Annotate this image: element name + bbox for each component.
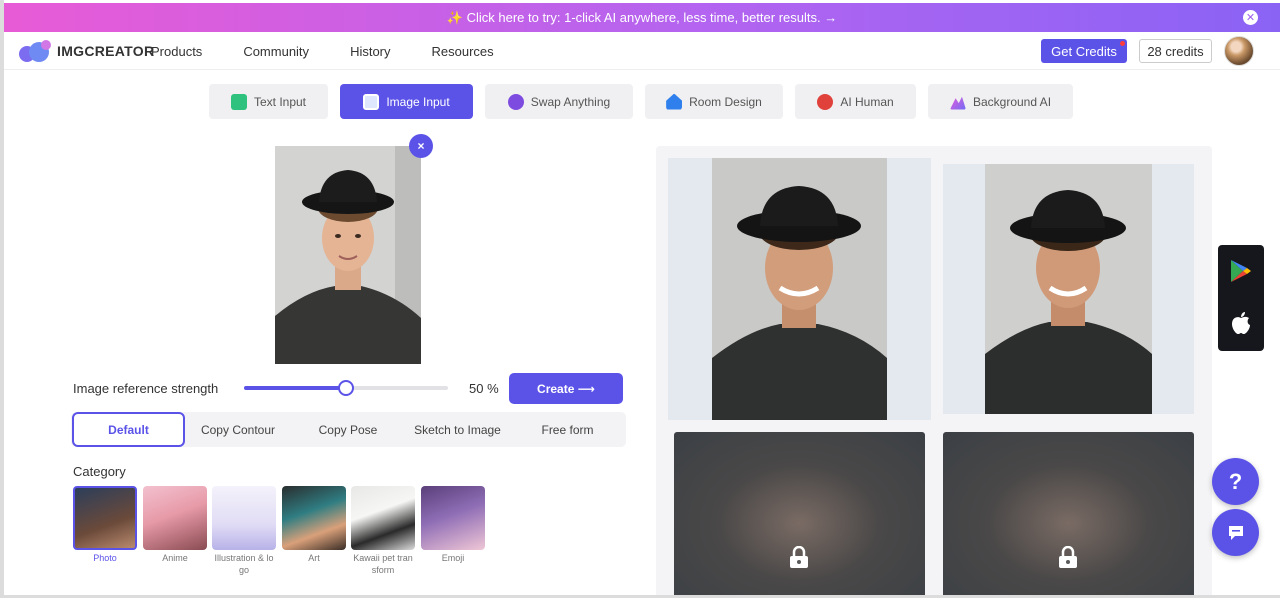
app-download-panel: [1218, 245, 1264, 351]
category-name: Illustration & logo: [214, 553, 274, 575]
tab-label: Image Input: [386, 94, 450, 109]
category-thumbnail: [212, 486, 276, 550]
strength-slider[interactable]: [244, 380, 448, 396]
category-kawaii-pet[interactable]: Kawaii pet transform: [351, 486, 415, 576]
tab-label: Text Input: [253, 94, 307, 109]
chat-icon: [1228, 525, 1243, 540]
promo-banner[interactable]: ✨ Click here to try: 1-click AI anywhere…: [4, 3, 1280, 32]
strength-value: 50 %: [469, 381, 499, 396]
tab-label: Swap Anything: [530, 94, 611, 109]
tab-ai-human[interactable]: AI Human: [795, 84, 916, 119]
locked-result-4[interactable]: [943, 432, 1194, 598]
close-icon[interactable]: ✕: [1243, 10, 1258, 25]
tab-label: Room Design: [689, 94, 762, 109]
slider-fill: [244, 386, 346, 390]
chat-button[interactable]: [1212, 509, 1259, 556]
help-button[interactable]: ?: [1212, 458, 1259, 505]
results-panel: [656, 146, 1212, 598]
category-name: Kawaii pet transform: [353, 553, 413, 575]
mode-copy-pose[interactable]: Copy Pose: [297, 412, 399, 447]
tab-swap-anything[interactable]: Swap Anything: [485, 84, 633, 119]
tab-background-ai[interactable]: Background AI: [928, 84, 1073, 119]
category-thumbnail: [351, 486, 415, 550]
mode-copy-contour[interactable]: Copy Contour: [185, 412, 291, 447]
nav-resources[interactable]: Resources: [432, 44, 494, 59]
tab-label: Background AI: [972, 94, 1052, 109]
lock-icon: [790, 546, 808, 568]
result-image-2[interactable]: [943, 164, 1194, 414]
mode-label: Sketch to Image: [414, 422, 501, 437]
mode-label: Free form: [541, 422, 594, 437]
get-credits-button[interactable]: Get Credits: [1041, 39, 1127, 63]
nav-community[interactable]: Community: [243, 44, 309, 59]
category-illustration-logo[interactable]: Illustration & logo: [212, 486, 276, 576]
background-ai-icon: [949, 96, 966, 110]
category-thumbnail: [282, 486, 346, 550]
mode-label: Copy Pose: [318, 422, 378, 437]
logo-text: IMGCREATOR: [57, 43, 155, 59]
category-thumbnail: [143, 486, 207, 550]
create-button-label: Create ⟶: [537, 381, 595, 396]
create-button[interactable]: Create ⟶: [509, 373, 623, 404]
google-play-icon[interactable]: [1230, 259, 1252, 283]
mode-label: Default: [108, 422, 149, 437]
page: ✨ Click here to try: 1-click AI anywhere…: [0, 0, 1280, 598]
category-name: Art: [308, 553, 320, 563]
ai-human-icon: [817, 93, 834, 110]
tab-room-design[interactable]: Room Design: [645, 84, 783, 119]
portrait-image: [275, 146, 421, 364]
room-design-icon: [666, 93, 683, 110]
uploaded-image: [275, 146, 421, 364]
swap-anything-icon: [507, 93, 524, 110]
close-icon: ×: [417, 139, 425, 153]
strength-label: Image reference strength: [73, 381, 219, 396]
question-icon: ?: [1228, 468, 1243, 494]
nav-products[interactable]: Products: [151, 44, 202, 59]
category-thumbnail: [73, 486, 137, 550]
category-name: Anime: [162, 553, 188, 563]
mode-default[interactable]: Default: [72, 412, 185, 447]
main-nav: Products Community History Resources: [151, 44, 535, 59]
mode-sketch-to-image[interactable]: Sketch to Image: [401, 412, 514, 447]
result-portrait: [943, 164, 1194, 414]
category-photo[interactable]: Photo: [73, 486, 137, 564]
lock-icon: [1059, 546, 1077, 568]
result-portrait: [668, 158, 931, 420]
category-name: Photo: [93, 553, 117, 563]
category-thumbnail: [421, 486, 485, 550]
mode-tabs: Text Input Image Input Swap Anything Roo…: [0, 84, 1280, 119]
mode-free-form[interactable]: Free form: [516, 412, 619, 447]
result-image-1[interactable]: [668, 158, 931, 420]
notification-dot: [1120, 41, 1125, 46]
locked-result-3[interactable]: [674, 432, 925, 598]
logo-icon: [19, 40, 53, 62]
category-art[interactable]: Art: [282, 486, 346, 564]
promo-banner-text[interactable]: ✨ Click here to try: 1-click AI anywhere…: [447, 10, 837, 26]
image-input-icon: [363, 93, 380, 110]
nav-history[interactable]: History: [350, 44, 390, 59]
slider-handle[interactable]: [338, 380, 354, 396]
top-header: IMGCREATOR Products Community History Re…: [4, 32, 1280, 70]
text-input-icon: [230, 93, 247, 110]
get-credits-label: Get Credits: [1051, 43, 1117, 59]
tab-label: AI Human: [840, 94, 894, 109]
credits-counter[interactable]: 28 credits: [1139, 39, 1212, 63]
category-name: Emoji: [441, 553, 465, 563]
category-label: Category: [73, 464, 126, 479]
remove-image-button[interactable]: ×: [409, 134, 433, 158]
category-anime[interactable]: Anime: [143, 486, 207, 564]
logo[interactable]: IMGCREATOR: [19, 40, 154, 62]
credits-label: 28 credits: [1147, 43, 1204, 59]
avatar[interactable]: [1224, 36, 1254, 66]
category-emoji[interactable]: Emoji: [421, 486, 485, 564]
reference-mode-selector: Default Copy Contour Copy Pose Sketch to…: [71, 412, 626, 447]
tab-text-input[interactable]: Text Input: [209, 84, 328, 119]
tab-image-input[interactable]: Image Input: [340, 84, 473, 119]
mode-label: Copy Contour: [200, 422, 276, 437]
apple-icon[interactable]: [1230, 311, 1252, 335]
